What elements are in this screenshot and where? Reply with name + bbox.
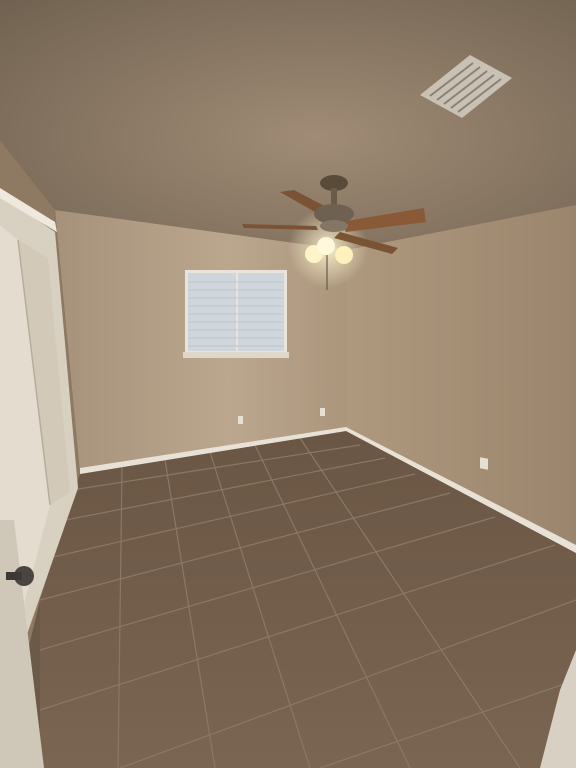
room-photo — [0, 0, 576, 768]
power-outlet-icon — [238, 416, 243, 424]
power-outlet-icon — [480, 457, 488, 470]
ceiling — [0, 0, 576, 250]
power-outlet-icon — [320, 408, 325, 416]
window — [183, 270, 289, 358]
